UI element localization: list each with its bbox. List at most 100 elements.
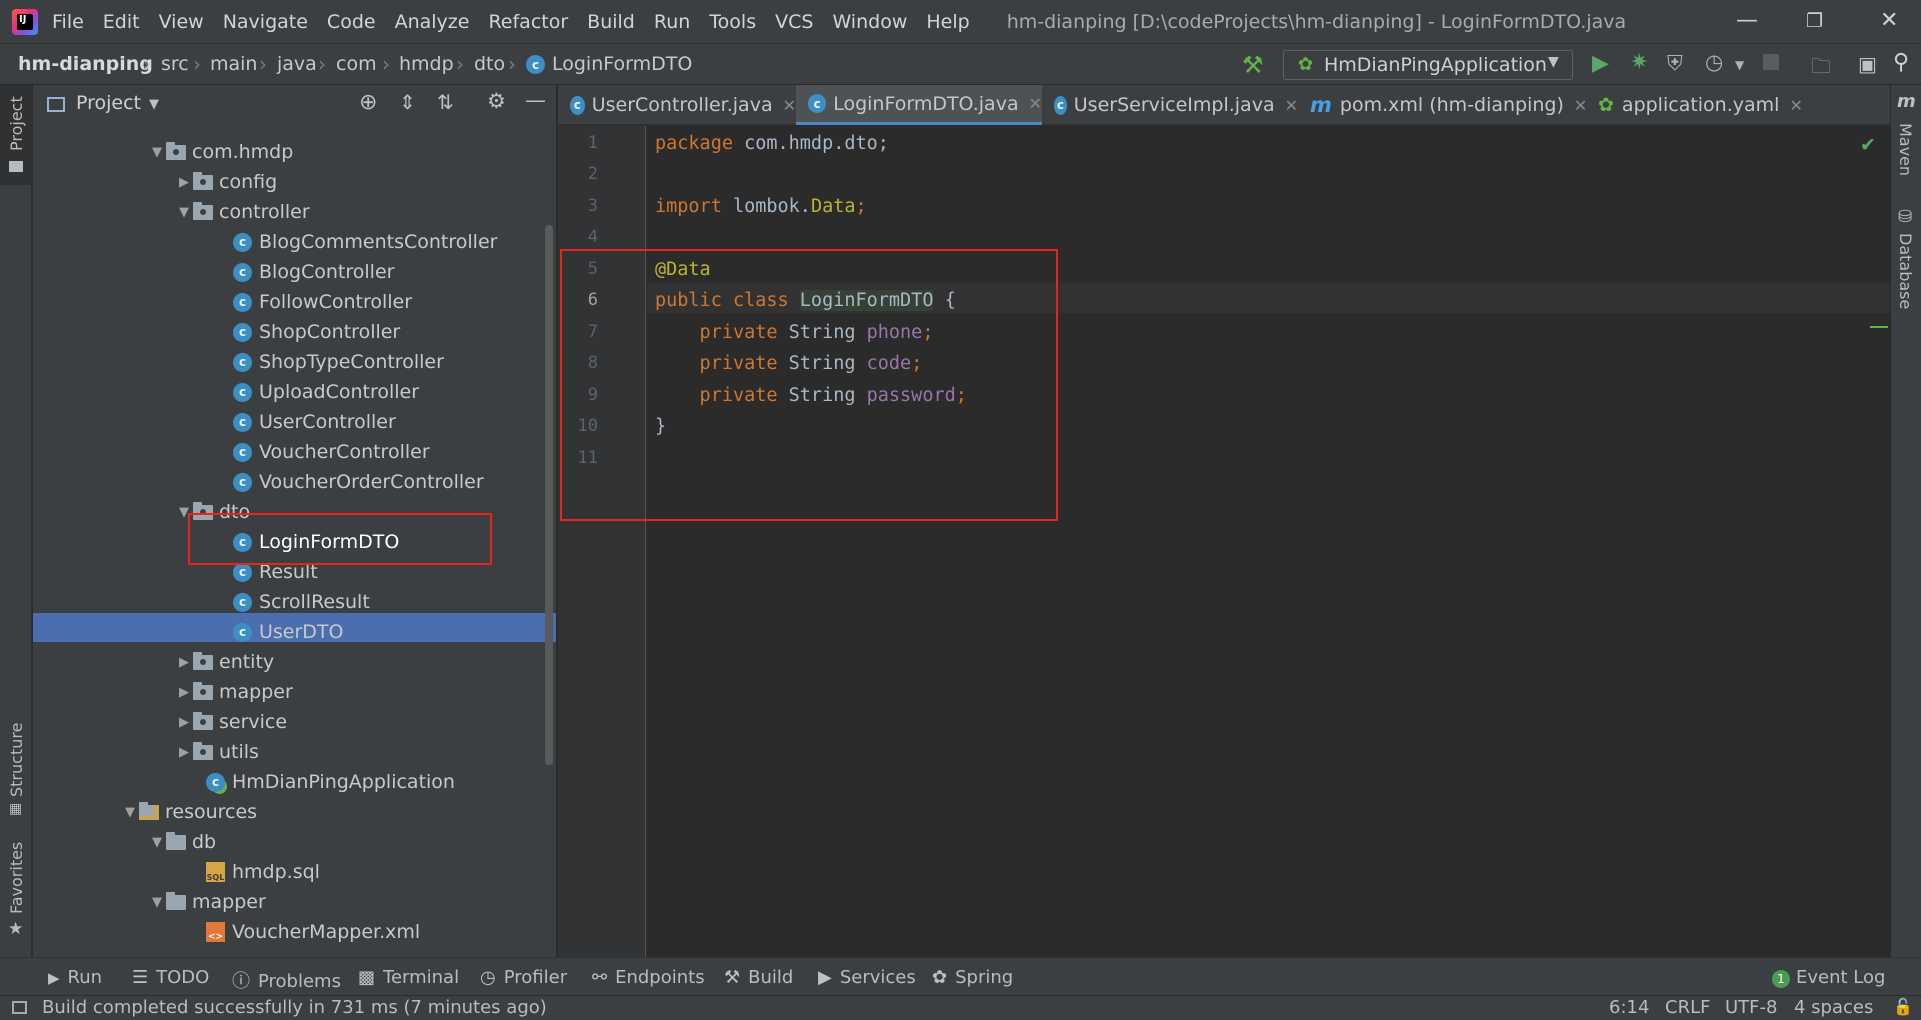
chevron-down-icon[interactable]: ▼ <box>148 895 166 910</box>
debug-icon[interactable]: ✷ <box>1630 50 1648 75</box>
tree-item-folder[interactable]: ▼ mapper <box>148 887 266 917</box>
chevron-right-icon[interactable]: ▶ <box>175 745 193 760</box>
tree-item-class[interactable]: c UserDTO <box>233 617 344 647</box>
tool-profiler[interactable]: ◷ Profiler <box>480 967 567 988</box>
tree-item-package[interactable]: ▶ mapper <box>175 677 293 707</box>
close-tab-icon[interactable]: ✕ <box>1285 96 1298 115</box>
menu-file[interactable]: File <box>52 11 84 33</box>
tree-item-file[interactable]: <> VoucherMapper.xml <box>206 917 420 947</box>
breadcrumb-project[interactable]: hm-dianping <box>18 53 153 75</box>
search-icon[interactable]: ⚲ <box>1893 50 1909 75</box>
tree-item-package[interactable]: ▼ com.hmdp <box>148 137 293 167</box>
project-panel-title[interactable]: Project <box>76 92 141 114</box>
tool-event-log[interactable]: 1 Event Log <box>1772 967 1885 988</box>
menu-tools[interactable]: Tools <box>709 11 756 33</box>
chevron-right-icon[interactable]: ▶ <box>175 175 193 190</box>
tree-item-package[interactable]: ▼ controller <box>175 197 310 227</box>
coverage-icon[interactable]: ⛨ <box>1667 51 1683 76</box>
breadcrumb-main[interactable]: main <box>210 53 257 75</box>
tab-loginformdto[interactable]: c LoginFormDTO.java ✕ <box>796 85 1042 125</box>
tree-item-package[interactable]: ▶ entity <box>175 647 274 677</box>
breadcrumb-src[interactable]: src <box>161 53 189 75</box>
locate-target-icon[interactable]: ⊕ <box>359 90 377 115</box>
tree-item-package[interactable]: ▶ utils <box>175 737 259 767</box>
menu-refactor[interactable]: Refactor <box>488 11 568 33</box>
project-scrollbar[interactable] <box>545 225 553 765</box>
tree-item-class[interactable]: c ShopTypeController <box>233 347 444 377</box>
breadcrumb-dto[interactable]: dto <box>474 53 505 75</box>
tree-item-class[interactable]: c VoucherOrderController <box>233 467 484 497</box>
tree-item-class[interactable]: c HmDianPingApplication <box>206 767 455 797</box>
right-tab-maven[interactable]: Maven <box>1896 123 1915 176</box>
tree-item-class[interactable]: c UserController <box>233 407 396 437</box>
tree-item-class[interactable]: c ShopController <box>233 317 400 347</box>
tool-terminal[interactable]: ▩ Terminal <box>358 967 459 988</box>
restore-icon[interactable]: ❐ <box>1806 10 1823 32</box>
collapse-all-icon[interactable]: ⇅ <box>437 90 454 114</box>
tree-item-class[interactable]: c ScrollResult <box>233 587 370 617</box>
breadcrumb-java[interactable]: java <box>277 53 317 75</box>
chevron-down-icon[interactable]: ▼ <box>175 205 193 220</box>
hide-panel-icon[interactable]: — <box>525 88 546 112</box>
close-tab-icon[interactable]: ✕ <box>1029 94 1042 113</box>
tree-item-package[interactable]: ▶ config <box>175 167 277 197</box>
build-hammer-icon[interactable]: ⚒ <box>1242 51 1264 79</box>
file-encoding[interactable]: UTF-8 <box>1725 997 1777 1018</box>
tool-run[interactable]: ▶ Run <box>48 967 102 988</box>
tool-todo[interactable]: ☰ TODO <box>132 967 209 988</box>
breadcrumb-file[interactable]: LoginFormDTO <box>552 53 692 75</box>
chevron-right-icon[interactable]: ▶ <box>175 715 193 730</box>
right-tab-database[interactable]: Database <box>1896 233 1915 309</box>
menu-analyze[interactable]: Analyze <box>395 11 470 33</box>
menu-build[interactable]: Build <box>587 11 635 33</box>
chevron-down-icon[interactable]: ▼ <box>148 145 166 160</box>
close-tab-icon[interactable]: ✕ <box>1789 96 1802 115</box>
run-icon[interactable]: ▶ <box>1592 51 1609 76</box>
menu-run[interactable]: Run <box>654 11 690 33</box>
breadcrumb-com[interactable]: com <box>336 53 377 75</box>
inspection-ok-icon[interactable]: ✔ <box>1860 134 1876 156</box>
chevron-right-icon[interactable]: ▶ <box>175 685 193 700</box>
tool-problems[interactable]: ⓘ Problems <box>232 967 341 993</box>
tree-item-folder[interactable]: ▼ resources <box>121 797 257 827</box>
tool-build[interactable]: ⚒ Build <box>724 967 793 988</box>
menu-window[interactable]: Window <box>832 11 907 33</box>
status-message[interactable]: Build completed successfully in 731 ms (… <box>42 997 547 1018</box>
menu-view[interactable]: View <box>159 11 204 33</box>
tree-item-class[interactable]: c VoucherController <box>233 437 430 467</box>
tab-pom-xml[interactable]: m pom.xml (hm-dianping) ✕ <box>1298 85 1587 125</box>
close-icon[interactable]: ✕ <box>1880 8 1898 33</box>
caret-position[interactable]: 6:14 <box>1609 997 1649 1018</box>
left-tab-project[interactable]: Project <box>7 96 26 151</box>
chevron-down-icon[interactable]: ▼ <box>149 97 159 112</box>
tool-endpoints[interactable]: ⚯ Endpoints <box>592 967 705 988</box>
menu-help[interactable]: Help <box>926 11 969 33</box>
tree-item-class[interactable]: c FollowController <box>233 287 412 317</box>
left-tab-favorites[interactable]: Favorites <box>7 842 26 914</box>
tool-services[interactable]: ▶ Services <box>818 967 916 988</box>
minimize-icon[interactable]: — <box>1736 8 1758 33</box>
chevron-right-icon[interactable]: ▶ <box>175 655 193 670</box>
project-structure-icon[interactable]: 🗀 <box>1811 52 1831 86</box>
tool-spring[interactable]: ✿ Spring <box>932 967 1013 988</box>
tab-usercontroller[interactable]: c UserController.java ✕ <box>558 85 796 125</box>
more-run-chevron-icon[interactable]: ▼ <box>1735 58 1744 72</box>
tree-item-class[interactable]: c BlogCommentsController <box>233 227 497 257</box>
toggle-tool-windows-icon[interactable] <box>12 1001 27 1014</box>
tree-item-class[interactable]: c BlogController <box>233 257 394 287</box>
lock-icon[interactable]: 🔓 <box>1893 997 1913 1016</box>
line-separator[interactable]: CRLF <box>1665 997 1710 1018</box>
tree-item-class[interactable]: c UploadController <box>233 377 419 407</box>
menu-code[interactable]: Code <box>327 11 376 33</box>
expand-all-icon[interactable]: ⇕ <box>399 90 416 114</box>
gear-icon[interactable]: ⚙ <box>487 89 506 113</box>
menu-navigate[interactable]: Navigate <box>223 11 308 33</box>
menu-edit[interactable]: Edit <box>103 11 140 33</box>
presentation-icon[interactable]: ▣ <box>1858 52 1877 76</box>
tree-item-file[interactable]: SQL hmdp.sql <box>206 857 320 887</box>
breadcrumb-hmdp[interactable]: hmdp <box>399 53 454 75</box>
tree-item-package[interactable]: ▶ service <box>175 707 287 737</box>
tree-item-folder[interactable]: ▼ db <box>148 827 216 857</box>
close-tab-icon[interactable]: ✕ <box>783 96 796 115</box>
indent-setting[interactable]: 4 spaces <box>1794 997 1873 1018</box>
